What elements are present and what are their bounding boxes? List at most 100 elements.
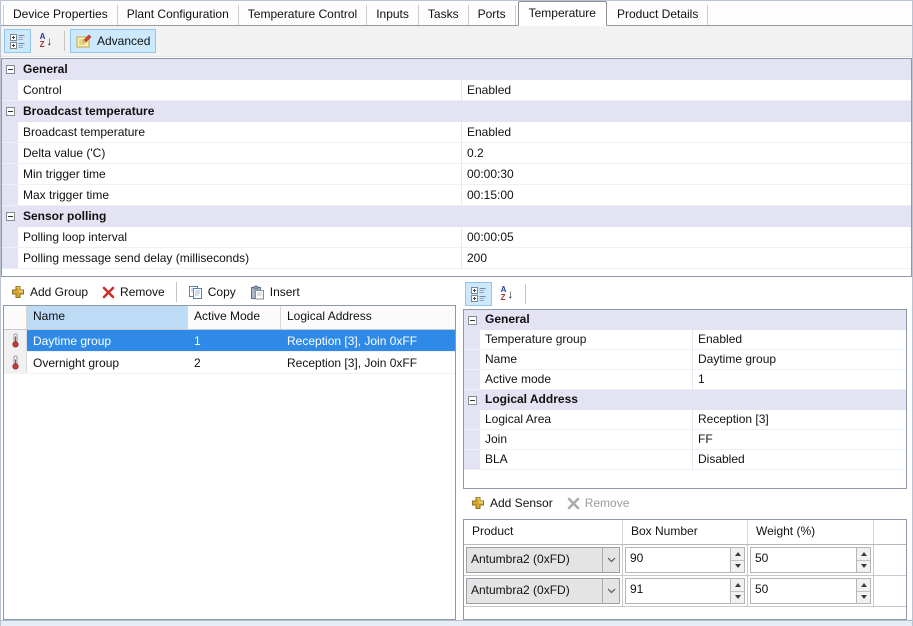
weight-stepper[interactable]: 50 bbox=[750, 578, 871, 604]
property-value[interactable]: Disabled bbox=[692, 450, 906, 469]
property-row-polling-message-delay[interactable]: Polling message send delay (milliseconds… bbox=[2, 248, 911, 269]
categorized-view-button[interactable] bbox=[4, 29, 31, 53]
property-row-temperature-group[interactable]: Temperature group Enabled bbox=[464, 330, 906, 350]
spin-up-button[interactable] bbox=[857, 579, 870, 592]
property-row-min-trigger-time[interactable]: Min trigger time 00:00:30 bbox=[2, 164, 911, 185]
advanced-toggle-button[interactable]: Advanced bbox=[70, 29, 156, 53]
property-value[interactable]: 00:15:00 bbox=[461, 185, 911, 205]
property-row-max-trigger-time[interactable]: Max trigger time 00:15:00 bbox=[2, 185, 911, 206]
add-group-label: Add Group bbox=[30, 285, 88, 299]
category-sensor-polling[interactable]: Sensor polling bbox=[2, 206, 911, 227]
add-group-button[interactable]: Add Group bbox=[5, 280, 94, 304]
category-broadcast-temperature[interactable]: Broadcast temperature bbox=[2, 101, 911, 122]
collapse-icon[interactable] bbox=[6, 107, 15, 116]
weight-stepper[interactable]: 50 bbox=[750, 547, 871, 573]
property-row-control[interactable]: Control Enabled bbox=[2, 80, 911, 101]
property-value[interactable]: Enabled bbox=[692, 330, 906, 349]
column-header-weight[interactable]: Weight (%) bbox=[748, 520, 874, 544]
property-value[interactable]: 0.2 bbox=[461, 143, 911, 163]
tab-inputs[interactable]: Inputs bbox=[367, 5, 419, 25]
property-value[interactable]: 00:00:05 bbox=[461, 227, 911, 247]
property-value[interactable]: Daytime group bbox=[692, 350, 906, 369]
remove-group-label: Remove bbox=[120, 285, 165, 299]
panel-splitter[interactable] bbox=[456, 279, 463, 620]
property-name: Join bbox=[480, 430, 692, 449]
collapse-icon[interactable] bbox=[468, 396, 477, 405]
property-name: Active mode bbox=[480, 370, 692, 389]
property-row-bla[interactable]: BLA Disabled bbox=[464, 450, 906, 470]
category-logical-address[interactable]: Logical Address bbox=[464, 390, 906, 410]
property-value[interactable]: 1 bbox=[692, 370, 906, 389]
tab-temperature-control[interactable]: Temperature Control bbox=[239, 5, 367, 25]
table-row-overnight-group[interactable]: Overnight group 2 Reception [3], Join 0x… bbox=[4, 352, 455, 374]
collapse-icon[interactable] bbox=[468, 316, 477, 325]
remove-group-button[interactable]: Remove bbox=[96, 280, 171, 304]
column-header-active-mode[interactable]: Active Mode bbox=[188, 306, 281, 329]
column-header-logical-address[interactable]: Logical Address bbox=[281, 306, 455, 329]
category-general[interactable]: General bbox=[464, 310, 906, 330]
property-value[interactable]: Enabled bbox=[461, 122, 911, 142]
remove-sensor-button[interactable]: Remove bbox=[561, 491, 636, 515]
dropdown-button[interactable] bbox=[602, 548, 619, 572]
tab-ports[interactable]: Ports bbox=[469, 5, 516, 25]
advanced-edit-icon bbox=[76, 33, 92, 49]
product-select[interactable]: Antumbra2 (0xFD) bbox=[466, 547, 620, 573]
box-number-value: 90 bbox=[626, 548, 730, 572]
copy-group-button[interactable]: Copy bbox=[182, 280, 242, 304]
property-name: Broadcast temperature bbox=[18, 122, 461, 142]
property-value[interactable]: Reception [3] bbox=[692, 410, 906, 429]
tab-plant-configuration[interactable]: Plant Configuration bbox=[118, 5, 239, 25]
group-details-property-grid: General Temperature group Enabled Name D… bbox=[463, 309, 907, 489]
sensors-table: Product Box Number Weight (%) Antumbra2 … bbox=[463, 519, 907, 620]
property-row-name[interactable]: Name Daytime group bbox=[464, 350, 906, 370]
property-row-broadcast-temperature[interactable]: Broadcast temperature Enabled bbox=[2, 122, 911, 143]
spin-up-button[interactable] bbox=[857, 548, 870, 561]
table-row-daytime-group[interactable]: Daytime group 1 Reception [3], Join 0xFF bbox=[4, 330, 455, 352]
spin-up-button[interactable] bbox=[731, 579, 744, 592]
property-row-logical-area[interactable]: Logical Area Reception [3] bbox=[464, 410, 906, 430]
property-value[interactable]: FF bbox=[692, 430, 906, 449]
cell-name: Overnight group bbox=[27, 352, 188, 373]
empty-cell bbox=[874, 545, 906, 575]
add-sensor-button[interactable]: Add Sensor bbox=[465, 491, 559, 515]
property-name: Control bbox=[18, 80, 461, 100]
tab-product-details[interactable]: Product Details bbox=[608, 5, 708, 25]
cell-active-mode: 1 bbox=[188, 330, 281, 351]
column-header-box-number[interactable]: Box Number bbox=[623, 520, 748, 544]
spin-down-button[interactable] bbox=[857, 592, 870, 604]
tab-device-properties[interactable]: Device Properties bbox=[3, 5, 118, 25]
collapse-icon[interactable] bbox=[6, 212, 15, 221]
sort-alphabetical-icon: AZ ↓ bbox=[501, 286, 514, 302]
box-number-stepper[interactable]: 91 bbox=[625, 578, 745, 604]
details-sort-alphabetical-button[interactable]: AZ ↓ bbox=[494, 282, 520, 306]
sort-alphabetical-icon: AZ ↓ bbox=[40, 33, 53, 49]
box-number-stepper[interactable]: 90 bbox=[625, 547, 745, 573]
column-header-product[interactable]: Product bbox=[464, 520, 623, 544]
tab-tasks[interactable]: Tasks bbox=[419, 5, 469, 25]
details-categorized-view-button[interactable] bbox=[465, 282, 492, 306]
category-general[interactable]: General bbox=[2, 59, 911, 80]
cell-active-mode: 2 bbox=[188, 352, 281, 373]
add-icon bbox=[471, 496, 485, 510]
spin-up-button[interactable] bbox=[731, 548, 744, 561]
device-editor-window: Device Properties Plant Configuration Te… bbox=[0, 0, 913, 626]
product-select[interactable]: Antumbra2 (0xFD) bbox=[466, 578, 620, 604]
groups-toolbar: Add Group Remove bbox=[3, 279, 456, 305]
property-row-polling-loop-interval[interactable]: Polling loop interval 00:00:05 bbox=[2, 227, 911, 248]
chevron-down-icon bbox=[607, 557, 616, 563]
insert-group-button[interactable]: Insert bbox=[244, 280, 306, 304]
collapse-icon[interactable] bbox=[6, 65, 15, 74]
property-value[interactable]: Enabled bbox=[461, 80, 911, 100]
spin-down-button[interactable] bbox=[731, 561, 744, 573]
sort-alphabetical-button[interactable]: AZ ↓ bbox=[33, 29, 59, 53]
property-row-delta-value[interactable]: Delta value ('C) 0.2 bbox=[2, 143, 911, 164]
property-row-active-mode[interactable]: Active mode 1 bbox=[464, 370, 906, 390]
property-value[interactable]: 200 bbox=[461, 248, 911, 268]
dropdown-button[interactable] bbox=[602, 579, 619, 603]
property-value[interactable]: 00:00:30 bbox=[461, 164, 911, 184]
property-row-join[interactable]: Join FF bbox=[464, 430, 906, 450]
spin-down-button[interactable] bbox=[731, 592, 744, 604]
tab-temperature[interactable]: Temperature bbox=[518, 1, 607, 26]
spin-down-button[interactable] bbox=[857, 561, 870, 573]
column-header-name[interactable]: Name bbox=[27, 306, 188, 329]
